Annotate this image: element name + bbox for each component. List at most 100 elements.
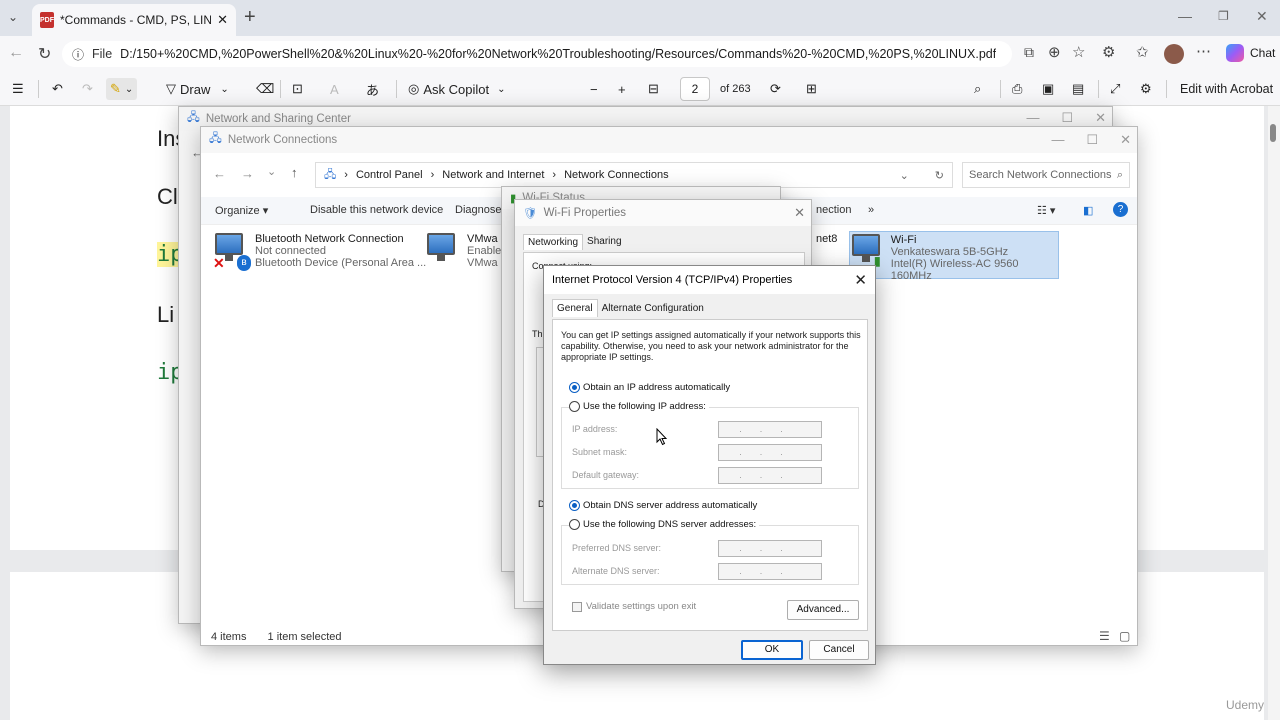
restore-icon[interactable]: ❐ (1218, 9, 1229, 23)
preview-pane-icon[interactable]: ◧ (1083, 204, 1093, 217)
ask-copilot-button[interactable]: ◎ Ask Copilot ⌄ (408, 78, 505, 100)
draw-button[interactable]: ▽ Draw ⌄ (166, 78, 229, 100)
translate-icon[interactable]: あ (366, 78, 379, 100)
copilot-icon[interactable] (1226, 44, 1244, 62)
contents-icon[interactable]: ☰ (12, 78, 24, 100)
tab-actions-chevron-icon[interactable]: ⌄ (8, 10, 18, 24)
alternate-dns-field[interactable]: ... (718, 563, 822, 580)
address-dropdown-icon[interactable]: ⌄ (900, 169, 909, 182)
connection-button[interactable]: nection (816, 204, 851, 216)
zoom-out-icon[interactable]: − (590, 78, 598, 100)
minimize-icon[interactable]: — (1051, 132, 1064, 148)
advanced-button[interactable]: Advanced... (787, 600, 859, 620)
tab-general[interactable]: General (552, 299, 598, 317)
recent-chevron-icon[interactable]: ⌄ (267, 165, 276, 178)
obtain-ip-radio[interactable]: Obtain an IP address automatically (569, 382, 730, 393)
connection-status: Venkateswara 5B-5GHz (890, 246, 1009, 258)
up-icon[interactable]: ↑ (291, 165, 298, 180)
page-view-icon[interactable]: ⊞ (806, 78, 817, 100)
close-icon[interactable]: ✕ (794, 205, 805, 221)
preferred-dns-field[interactable]: ... (718, 540, 822, 557)
diagnose-button[interactable]: Diagnose t (455, 204, 508, 216)
settings-gear-icon[interactable]: ⚙ (1140, 78, 1152, 100)
breadcrumb[interactable]: 🖧 › Control Panel › Network and Internet… (315, 162, 953, 188)
search-input[interactable]: Search Network Connections ⌕ (962, 162, 1130, 188)
validate-checkbox[interactable]: Validate settings upon exit (572, 601, 696, 612)
window-title: Wi-Fi Properties (543, 207, 627, 219)
maximize-icon[interactable]: ☐ (1086, 132, 1098, 148)
back-icon[interactable]: ← (213, 166, 226, 181)
rotate-icon[interactable]: ⟳ (770, 78, 781, 100)
forward-icon[interactable]: → (241, 166, 254, 181)
close-window-icon[interactable]: ✕ (1256, 8, 1268, 25)
use-static-dns-radio[interactable]: Use the following DNS server addresses: (569, 519, 760, 530)
page-number-input[interactable]: 2 (680, 77, 710, 101)
close-icon[interactable]: ✕ (1095, 110, 1106, 126)
save-icon[interactable]: ▣ (1042, 78, 1054, 100)
favorite-star-icon[interactable]: ☆ (1072, 43, 1085, 61)
breadcrumb-item[interactable]: Control Panel (356, 169, 423, 181)
scrollbar[interactable] (1268, 106, 1280, 720)
ok-button[interactable]: OK (741, 640, 803, 660)
save-as-icon[interactable]: ▤ (1072, 78, 1084, 100)
refresh-icon[interactable]: ↻ (935, 169, 944, 182)
undo-icon[interactable]: ↶ (52, 78, 63, 100)
text-icon[interactable]: ⊡ (292, 78, 303, 100)
scrollbar-thumb[interactable] (1270, 124, 1276, 142)
redo-icon[interactable]: ↷ (82, 78, 93, 100)
subnet-mask-field[interactable]: ... (718, 444, 822, 461)
refresh-icon[interactable]: ↻ (38, 44, 51, 64)
cancel-button[interactable]: Cancel (809, 640, 869, 660)
maximize-icon[interactable]: ☐ (1061, 110, 1073, 126)
connection-item-vmware[interactable]: VMwa Enable VMwa (427, 233, 501, 269)
tab-sharing[interactable]: Sharing (583, 234, 625, 250)
back-icon[interactable]: ← (8, 44, 24, 62)
tab-networking[interactable]: Networking (523, 234, 584, 250)
use-static-ip-radio[interactable]: Use the following IP address: (569, 401, 709, 412)
obtain-dns-radio[interactable]: Obtain DNS server address automatically (569, 500, 757, 511)
connection-item-bluetooth[interactable]: ✕ ʙ Bluetooth Network Connection Not con… (213, 233, 427, 271)
favorites-icon[interactable]: ✩ (1136, 43, 1149, 61)
connection-item-wifi[interactable]: ▮ Wi-Fi Venkateswara 5B-5GHz Intel(R) Wi… (849, 231, 1059, 282)
new-tab-icon[interactable]: + (244, 6, 256, 29)
close-icon[interactable]: ✕ (854, 271, 867, 289)
default-gateway-field[interactable]: ... (718, 467, 822, 484)
connection-device: Bluetooth Device (Personal Area ... (255, 257, 427, 269)
disable-device-button[interactable]: Disable this network device (310, 204, 443, 216)
organize-button[interactable]: Organize ▾ (215, 204, 268, 217)
help-icon[interactable]: ? (1113, 202, 1128, 217)
edit-with-acrobat-button[interactable]: Edit with Acrobat (1180, 78, 1273, 100)
fit-page-icon[interactable]: ⊟ (648, 78, 659, 100)
search-icon[interactable]: ⌕ (974, 78, 981, 100)
close-tab-icon[interactable]: ✕ (217, 12, 228, 28)
fullscreen-icon[interactable]: ⤢ (1110, 78, 1120, 100)
view-options-icon[interactable]: ☷ ▾ (1037, 204, 1055, 217)
avatar[interactable] (1164, 44, 1184, 64)
minimize-icon[interactable]: — (1178, 8, 1192, 24)
breadcrumb-item[interactable]: Network Connections (564, 169, 669, 181)
read-aloud-icon[interactable]: A (330, 78, 339, 100)
more-menu-icon[interactable]: ⋯ (1196, 42, 1211, 60)
more-commands-button[interactable]: » (868, 204, 874, 216)
info-icon[interactable]: ⓘ (72, 46, 84, 63)
minimize-icon[interactable]: — (1026, 110, 1039, 126)
connection-item-net8[interactable]: net8 (816, 233, 837, 245)
tab-alternate-configuration[interactable]: Alternate Configuration (597, 300, 708, 318)
details-view-icon[interactable]: ☰ (1099, 629, 1110, 643)
url-text: D:/150+%20CMD,%20PowerShell%20&%20Linux%… (120, 47, 997, 61)
url-field[interactable]: ⓘ File D:/150+%20CMD,%20PowerShell%20&%2… (62, 41, 1012, 67)
tiles-view-icon[interactable]: ▢ (1119, 629, 1130, 643)
immersive-reader-icon[interactable]: ⧉ (1024, 44, 1034, 61)
breadcrumb-item[interactable]: Network and Internet (442, 169, 544, 181)
extensions-icon[interactable]: ⚙ (1102, 43, 1115, 61)
close-icon[interactable]: ✕ (1120, 132, 1131, 148)
wifi-adapter-icon: ▮ (852, 234, 883, 268)
print-icon[interactable]: ⎙ (1012, 78, 1022, 100)
zoom-icon[interactable]: ⊕ (1048, 43, 1061, 61)
ip-address-field[interactable]: ... (718, 421, 822, 438)
chat-label[interactable]: Chat (1250, 46, 1275, 60)
zoom-in-icon[interactable]: + (618, 78, 626, 100)
eraser-icon[interactable]: ⌫ (256, 78, 274, 100)
browser-tab[interactable]: PDF *Commands - CMD, PS, LINUX.pdf ✕ (32, 4, 236, 36)
highlight-button[interactable]: ✎ ⌄ (106, 78, 138, 100)
